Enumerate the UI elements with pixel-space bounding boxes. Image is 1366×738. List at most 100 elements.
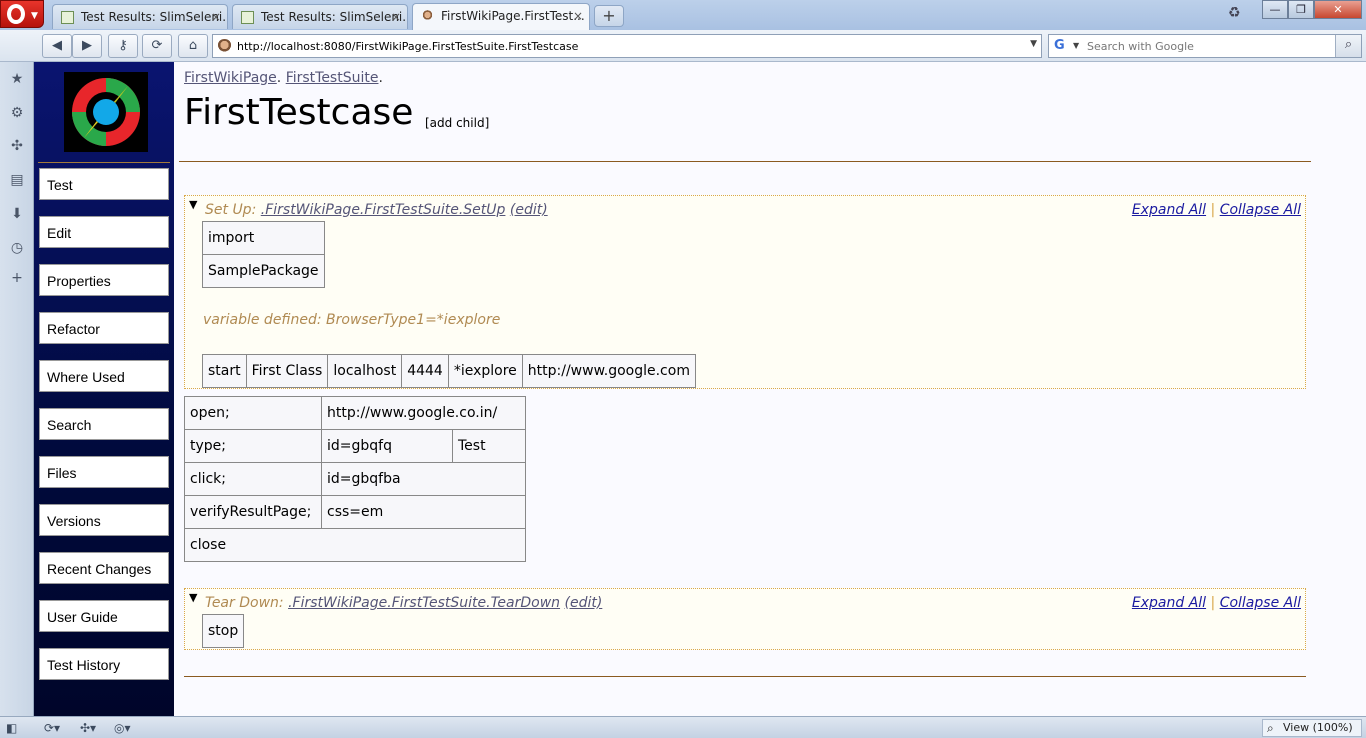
expand-collapse-controls: Expand All | Collapse All <box>1131 595 1301 611</box>
table-cell: click; <box>184 462 322 496</box>
fitnesse-sidebar: Test Edit Properties Refactor Where Used… <box>34 62 174 716</box>
history-icon[interactable]: ◷ <box>8 239 26 257</box>
sidebar-item-test-history[interactable]: Test History <box>39 648 169 680</box>
close-icon[interactable]: × <box>391 10 401 24</box>
minimize-button[interactable]: — <box>1262 0 1288 19</box>
maximize-button[interactable]: ❐ <box>1288 0 1314 19</box>
table-row: close <box>184 528 526 562</box>
table-cell: import <box>202 221 325 255</box>
bookmarks-icon[interactable]: ★ <box>8 70 26 88</box>
add-child-link[interactable]: [add child] <box>425 116 489 130</box>
google-icon[interactable]: G <box>1054 38 1065 53</box>
variable-defined-note: variable defined: BrowserType1=*iexplore <box>203 312 501 328</box>
table-cell: http://www.google.co.in/ <box>321 396 526 430</box>
turbo-icon[interactable]: ◎▾ <box>114 720 131 736</box>
import-table: import SamplePackage <box>202 221 325 288</box>
breadcrumb: FirstWikiPage. FirstTestSuite. <box>184 70 383 86</box>
status-bar: ◧ ⟳▾ ✣▾ ◎▾ ⌕ View (100%) <box>0 716 1366 738</box>
sidebar-item-where-used[interactable]: Where Used <box>39 360 169 392</box>
widgets-icon[interactable]: ⚙ <box>8 104 26 122</box>
search-icon[interactable]: ⌕ <box>1335 35 1361 57</box>
add-panel-icon[interactable]: + <box>8 269 26 287</box>
start-table: start First Class localhost 4444 *iexplo… <box>202 354 696 388</box>
table-cell: id=gbqfba <box>321 462 526 496</box>
setup-header: Set Up: .FirstWikiPage.FirstTestSuite.Se… <box>205 202 548 218</box>
sidebar-item-recent-changes[interactable]: Recent Changes <box>39 552 169 584</box>
table-cell: verifyResultPage; <box>184 495 322 529</box>
teardown-table: stop <box>201 614 245 648</box>
tab-first-testcase[interactable]: FirstWikiPage.FirstTest... × <box>412 3 590 30</box>
main-content: FirstWikiPage. FirstTestSuite. FirstTest… <box>179 62 1354 716</box>
tab-test-results-2[interactable]: Test Results: SlimSeleni... × <box>232 4 408 29</box>
sync-icon[interactable]: ⟳▾ <box>44 720 60 736</box>
tab-title: FirstWikiPage.FirstTest... <box>441 9 585 23</box>
fitnesse-logo[interactable] <box>64 72 148 152</box>
sidebar-item-edit[interactable]: Edit <box>39 216 169 248</box>
sidebar-item-test[interactable]: Test <box>39 168 169 200</box>
side-panel: ★ ⚙ ✣ ▤ ⬇ ◷ + <box>0 62 34 716</box>
breadcrumb-first-test-suite[interactable]: FirstTestSuite <box>286 70 379 86</box>
table-cell: stop <box>201 614 245 648</box>
tab-title: Test Results: SlimSeleni... <box>261 10 408 24</box>
zoom-label: View (100%) <box>1283 721 1353 734</box>
teardown-header: Tear Down: .FirstWikiPage.FirstTestSuite… <box>205 595 603 611</box>
setup-edit-link[interactable]: (edit) <box>510 202 548 218</box>
expand-all-link[interactable]: Expand All <box>1132 202 1206 218</box>
close-icon[interactable]: × <box>573 9 583 23</box>
collapse-all-link[interactable]: Collapse All <box>1220 202 1301 218</box>
opera-logo-icon <box>7 4 25 24</box>
breadcrumb-first-wiki-page[interactable]: FirstWikiPage <box>184 70 277 86</box>
teardown-edit-link[interactable]: (edit) <box>565 595 603 611</box>
trash-icon[interactable]: ♻ <box>1228 5 1244 25</box>
navigation-toolbar: ◀ ▶ ⚷ ⟳ ⌂ http://localhost:8080/FirstWik… <box>0 30 1366 62</box>
sidebar-item-refactor[interactable]: Refactor <box>39 312 169 344</box>
collapse-toggle-icon[interactable]: ▼ <box>189 591 197 604</box>
expand-collapse-controls: Expand All | Collapse All <box>1131 202 1301 218</box>
sidebar-item-properties[interactable]: Properties <box>39 264 169 296</box>
setup-page-link[interactable]: .FirstWikiPage.FirstTestSuite.SetUp <box>261 202 506 218</box>
panel-toggle-icon[interactable]: ◧ <box>6 720 17 736</box>
home-button[interactable]: ⌂ <box>178 34 208 58</box>
table-cell: id=gbqfq <box>321 429 453 463</box>
close-window-button[interactable]: ✕ <box>1314 0 1362 19</box>
table-cell: close <box>184 528 526 562</box>
table-cell: css=em <box>321 495 526 529</box>
tab-test-results-1[interactable]: Test Results: SlimSeleni... × <box>52 4 228 29</box>
reload-button[interactable]: ⟳ <box>142 34 172 58</box>
chevron-down-icon[interactable]: ▼ <box>1030 39 1037 49</box>
sidebar-item-versions[interactable]: Versions <box>39 504 169 536</box>
sidebar-item-search[interactable]: Search <box>39 408 169 440</box>
sidebar-item-user-guide[interactable]: User Guide <box>39 600 169 632</box>
footer-rule <box>184 676 1306 677</box>
chevron-down-icon: ▼ <box>31 11 38 21</box>
page-title: FirstTestcase <box>184 92 414 133</box>
table-row: open; http://www.google.co.in/ <box>184 396 526 430</box>
search-placeholder: Search with Google <box>1087 40 1194 53</box>
collapse-toggle-icon[interactable]: ▼ <box>189 198 197 211</box>
sidebar-item-files[interactable]: Files <box>39 456 169 488</box>
teardown-page-link[interactable]: .FirstWikiPage.FirstTestSuite.TearDown <box>288 595 560 611</box>
collapse-all-link[interactable]: Collapse All <box>1220 595 1301 611</box>
downloads-icon[interactable]: ⬇ <box>8 205 26 223</box>
unite-icon[interactable]: ✣ <box>8 137 26 155</box>
back-button[interactable]: ◀ <box>42 34 72 58</box>
table-cell: First Class <box>245 354 329 388</box>
notes-icon[interactable]: ▤ <box>8 171 26 189</box>
key-icon[interactable]: ⚷ <box>108 34 138 58</box>
new-tab-button[interactable]: + <box>594 5 624 27</box>
header-rule <box>179 161 1311 162</box>
table-row: import <box>202 221 325 255</box>
expand-all-link[interactable]: Expand All <box>1132 595 1206 611</box>
chevron-down-icon[interactable]: ▼ <box>1073 41 1079 50</box>
zoom-icon: ⌕ <box>1267 721 1274 735</box>
opera-menu-button[interactable]: ▼ <box>0 0 44 28</box>
close-icon[interactable]: × <box>211 10 221 24</box>
unite-status-icon[interactable]: ✣▾ <box>80 720 96 736</box>
address-bar[interactable]: http://localhost:8080/FirstWikiPage.Firs… <box>212 34 1042 58</box>
fitnesse-favicon-icon <box>421 10 434 23</box>
forward-button[interactable]: ▶ <box>72 34 102 58</box>
zoom-control[interactable]: ⌕ View (100%) <box>1262 719 1362 737</box>
table-row: verifyResultPage; css=em <box>184 495 526 529</box>
search-input[interactable]: G ▼ Search with Google ⌕ <box>1048 34 1362 58</box>
table-cell: Test <box>452 429 526 463</box>
